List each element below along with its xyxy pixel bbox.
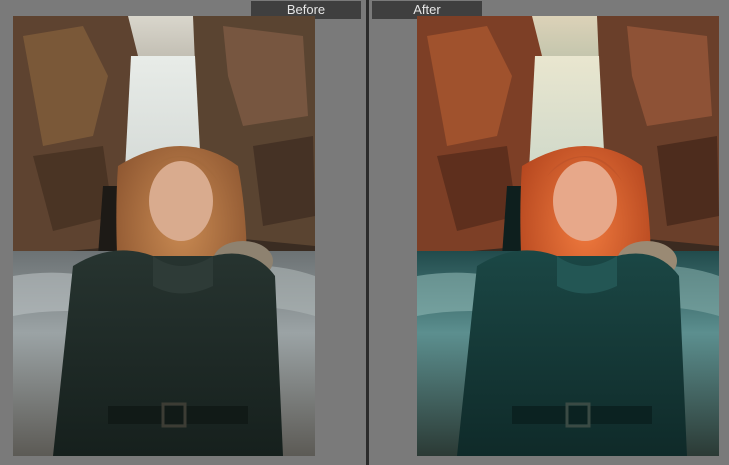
- after-photo: [417, 16, 719, 456]
- before-pane: Before: [0, 0, 366, 465]
- before-photo-image: [13, 16, 315, 456]
- after-photo-image: [417, 16, 719, 456]
- before-photo: [13, 16, 315, 456]
- after-pane: After: [369, 0, 729, 465]
